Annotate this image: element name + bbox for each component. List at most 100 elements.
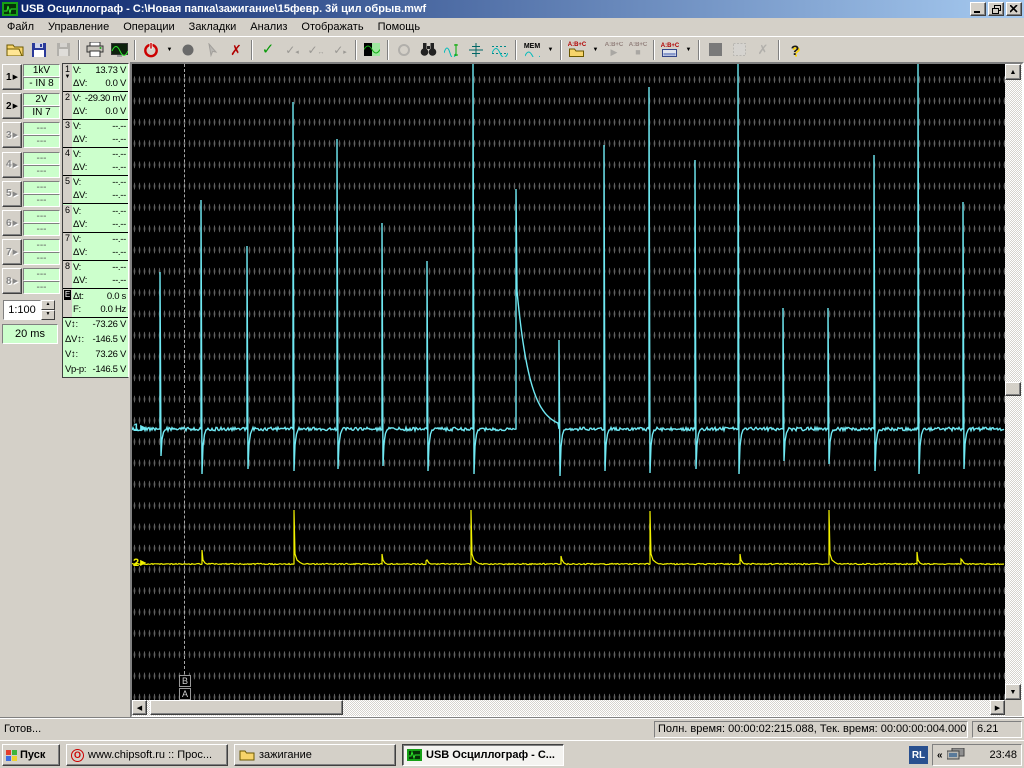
- memory-button[interactable]: MEM: [520, 39, 544, 61]
- channel-8-input-box[interactable]: ---: [23, 281, 60, 294]
- status-text: Готов...: [4, 723, 41, 735]
- measure-row-number: 7: [63, 233, 72, 260]
- channel-6-input-box[interactable]: ---: [23, 223, 60, 236]
- taskbar-clock[interactable]: 23:48: [989, 749, 1017, 761]
- print-button[interactable]: [83, 39, 107, 61]
- waveform-plot[interactable]: 1▶ 2▶ B A: [132, 64, 1005, 700]
- channel-7-range-box[interactable]: ---: [23, 239, 60, 252]
- attenuation-spinner[interactable]: 1:100 ▲ ▼: [3, 300, 59, 320]
- invert-display-button[interactable]: [360, 39, 384, 61]
- task-button-3[interactable]: USB Осциллограф - C...: [402, 744, 564, 766]
- spin-up-icon[interactable]: ▲: [41, 300, 55, 310]
- vertical-scroll-thumb[interactable]: [1005, 382, 1021, 396]
- menu-item-4[interactable]: Закладки: [182, 19, 244, 35]
- channel-3-button[interactable]: 3▶: [2, 122, 22, 148]
- channel-8-range-box[interactable]: ---: [23, 268, 60, 281]
- channel-1-range-box[interactable]: 1kV: [23, 64, 60, 77]
- channel-2-input-box[interactable]: IN 7: [23, 106, 60, 119]
- horizontal-scrollbar[interactable]: ◀ ▶: [132, 700, 1005, 716]
- start-record-button[interactable]: [139, 39, 163, 61]
- menu-item-2[interactable]: Управление: [41, 19, 116, 35]
- menu-item-7[interactable]: Помощь: [371, 19, 428, 35]
- horizontal-scroll-thumb[interactable]: [150, 700, 343, 715]
- memory-dropdown-button[interactable]: ▼: [544, 39, 557, 61]
- channel-2-button[interactable]: 2▶: [2, 93, 22, 119]
- menu-item-1[interactable]: Файл: [0, 19, 41, 35]
- abc-open-button[interactable]: A:B+C: [565, 39, 589, 61]
- scroll-right-button[interactable]: ▶: [990, 700, 1005, 715]
- delete-record-button[interactable]: ✗: [224, 39, 248, 61]
- attenuation-value[interactable]: 1:100: [3, 300, 41, 320]
- channel-8-button[interactable]: 8▶: [2, 268, 22, 294]
- minimize-button[interactable]: [970, 2, 986, 16]
- scroll-down-button[interactable]: ▼: [1005, 684, 1021, 700]
- channel-5-range-box[interactable]: ---: [23, 181, 60, 194]
- system-tray: « 23:48: [932, 744, 1022, 766]
- channel-6-range-box[interactable]: ---: [23, 210, 60, 223]
- channel-row-1: 1▶1kV- IN 8: [0, 64, 60, 91]
- confirm-button[interactable]: ✓: [256, 39, 280, 61]
- record-options-dropdown-button[interactable]: ▼: [163, 39, 176, 61]
- select-region-button[interactable]: [703, 39, 727, 61]
- help-button[interactable]: ?: [783, 39, 807, 61]
- channel-voltage-line: V:--.--: [73, 262, 127, 275]
- cursor-a-label[interactable]: A: [179, 688, 191, 700]
- save-file-button[interactable]: [27, 39, 51, 61]
- open-file-button[interactable]: [3, 39, 27, 61]
- cursor-b-label[interactable]: B: [179, 675, 191, 687]
- abc-panel-button[interactable]: A:B+C: [658, 39, 682, 61]
- scroll-left-button[interactable]: ◀: [132, 700, 147, 715]
- scope-display: 1▶ 2▶ B A ▲ ▼ ◀ ▶: [130, 62, 1024, 718]
- channel-4-input-box[interactable]: ---: [23, 165, 60, 178]
- channel2-marker[interactable]: 2▶: [133, 557, 146, 569]
- channel-5-button[interactable]: 5▶: [2, 181, 22, 207]
- channel1-marker[interactable]: 1▶: [133, 422, 146, 434]
- start-button[interactable]: Пуск: [2, 744, 60, 766]
- channel-delta-line: ΔV:--.--: [73, 162, 127, 175]
- search-button[interactable]: [416, 39, 440, 61]
- channel-1-button[interactable]: 1▶: [2, 64, 22, 90]
- measure-row-8: 8V:--.--ΔV:--.--: [63, 261, 128, 289]
- task-button-1[interactable]: Owww.chipsoft.ru :: Прос...: [66, 744, 228, 766]
- menu-item-3[interactable]: Операции: [116, 19, 181, 35]
- channel-7-input-box[interactable]: ---: [23, 252, 60, 265]
- channel-voltage-line: V:--.--: [73, 177, 127, 190]
- channel-delta-line: ΔV:--.--: [73, 134, 127, 147]
- abc-open-dropdown-button[interactable]: ▼: [589, 39, 602, 61]
- abc-panel-dropdown-button[interactable]: ▼: [682, 39, 695, 61]
- toolbar: ▼✗✓✓◂✓↔✓▸MEM▼A:B+C▼A:B+C▶A:B+C■A:B+C▼✗?: [0, 36, 1024, 62]
- restore-icon: [992, 5, 1001, 14]
- channel-voltage-line: V:--.--: [73, 206, 127, 219]
- signal-bounds-button[interactable]: [488, 39, 512, 61]
- channel-2-range-box[interactable]: 2V: [23, 93, 60, 106]
- abc-play-icon: ▶: [611, 48, 618, 57]
- cursor-measure-button[interactable]: [440, 39, 464, 61]
- cursor-measure-icon: [444, 43, 460, 57]
- print-preview-button[interactable]: [107, 39, 131, 61]
- channel-4-range-box[interactable]: ---: [23, 152, 60, 165]
- axis-measure-button[interactable]: [464, 39, 488, 61]
- close-button[interactable]: [1006, 2, 1022, 16]
- tray-chevron-button[interactable]: «: [937, 750, 943, 761]
- close-icon: [1010, 5, 1018, 13]
- channel-6-button[interactable]: 6▶: [2, 210, 22, 236]
- channel-1-input-box[interactable]: - IN 8: [23, 77, 60, 90]
- restore-button[interactable]: [988, 2, 1004, 16]
- channel-7-button[interactable]: 7▶: [2, 239, 22, 265]
- invert-display-icon: [364, 43, 380, 56]
- channel-5-input-box[interactable]: ---: [23, 194, 60, 207]
- vertical-scrollbar[interactable]: ▲ ▼: [1005, 64, 1022, 700]
- stop-record-button[interactable]: [176, 39, 200, 61]
- channel-3-range-box[interactable]: ---: [23, 122, 60, 135]
- network-icon[interactable]: [947, 748, 965, 762]
- channel-3-input-box[interactable]: ---: [23, 135, 60, 148]
- spin-down-icon[interactable]: ▼: [41, 310, 55, 320]
- channel-4-button[interactable]: 4▶: [2, 152, 22, 178]
- task-button-2[interactable]: зажигание: [234, 744, 396, 766]
- sweep-rate-box[interactable]: 20 ms: [2, 324, 58, 344]
- menu-item-5[interactable]: Анализ: [243, 19, 294, 35]
- toolbar-separator: [78, 40, 80, 60]
- menu-item-6[interactable]: Отображать: [294, 19, 370, 35]
- keyboard-layout-indicator[interactable]: RL: [909, 746, 928, 764]
- scroll-up-button[interactable]: ▲: [1005, 64, 1021, 80]
